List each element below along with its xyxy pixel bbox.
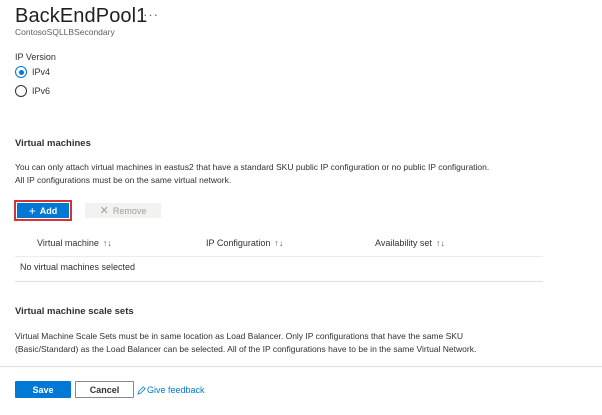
virtual-machines-description-line-1: You can only attach virtual machines in … (15, 162, 490, 172)
section-divider (15, 281, 543, 282)
virtual-machines-heading: Virtual machines (15, 138, 91, 149)
table-empty-message: No virtual machines selected (20, 262, 136, 272)
column-header-ip-configuration[interactable]: IP Configuration ↑↓ (206, 238, 283, 248)
close-icon: ✕ (99, 205, 109, 217)
scale-sets-heading: Virtual machine scale sets (15, 306, 134, 317)
cancel-button[interactable]: Cancel (75, 381, 134, 398)
radio-ipv4-label: IPv4 (32, 67, 51, 77)
more-options-icon[interactable]: ··· (143, 7, 159, 22)
plus-icon: + (28, 203, 36, 218)
save-button[interactable]: Save (15, 381, 71, 398)
sort-icon[interactable]: ↑↓ (274, 238, 283, 248)
page-title: BackEndPool1 (15, 5, 148, 27)
add-button[interactable]: + Add (17, 203, 69, 218)
column-header-availability-set[interactable]: Availability set ↑↓ (375, 238, 445, 248)
column-header-label: Availability set (375, 238, 432, 248)
radio-ipv4[interactable]: IPv4 (15, 66, 50, 78)
radio-selected-icon[interactable] (15, 66, 27, 78)
radio-ipv6[interactable]: IPv6 (15, 85, 50, 97)
give-feedback-label: Give feedback (147, 385, 205, 395)
radio-unselected-icon[interactable] (15, 85, 27, 97)
column-header-label: IP Configuration (206, 238, 271, 248)
footer-divider (0, 366, 602, 367)
sort-icon[interactable]: ↑↓ (436, 238, 445, 248)
virtual-machines-description-line-2: All IP configurations must be on the sam… (15, 175, 232, 185)
page-subtitle: ContosoSQLLBSecondary (15, 27, 115, 37)
column-header-virtual-machine[interactable]: Virtual machine ↑↓ (37, 238, 112, 248)
add-button-label: Add (39, 205, 58, 216)
scale-sets-description-line-2: (Basic/Standard) as the Load Balancer ca… (15, 344, 477, 354)
sort-icon[interactable]: ↑↓ (103, 238, 112, 248)
column-header-label: Virtual machine (37, 238, 99, 248)
radio-ipv6-label: IPv6 (32, 86, 51, 96)
table-header-divider (15, 256, 543, 257)
feedback-icon (137, 385, 146, 395)
scale-sets-description-line-1: Virtual Machine Scale Sets must be in sa… (15, 331, 464, 341)
ip-version-label: IP Version (15, 52, 56, 62)
remove-button[interactable]: ✕ Remove (85, 203, 161, 218)
give-feedback-link[interactable]: Give feedback (137, 385, 205, 395)
remove-button-label: Remove (112, 205, 147, 216)
